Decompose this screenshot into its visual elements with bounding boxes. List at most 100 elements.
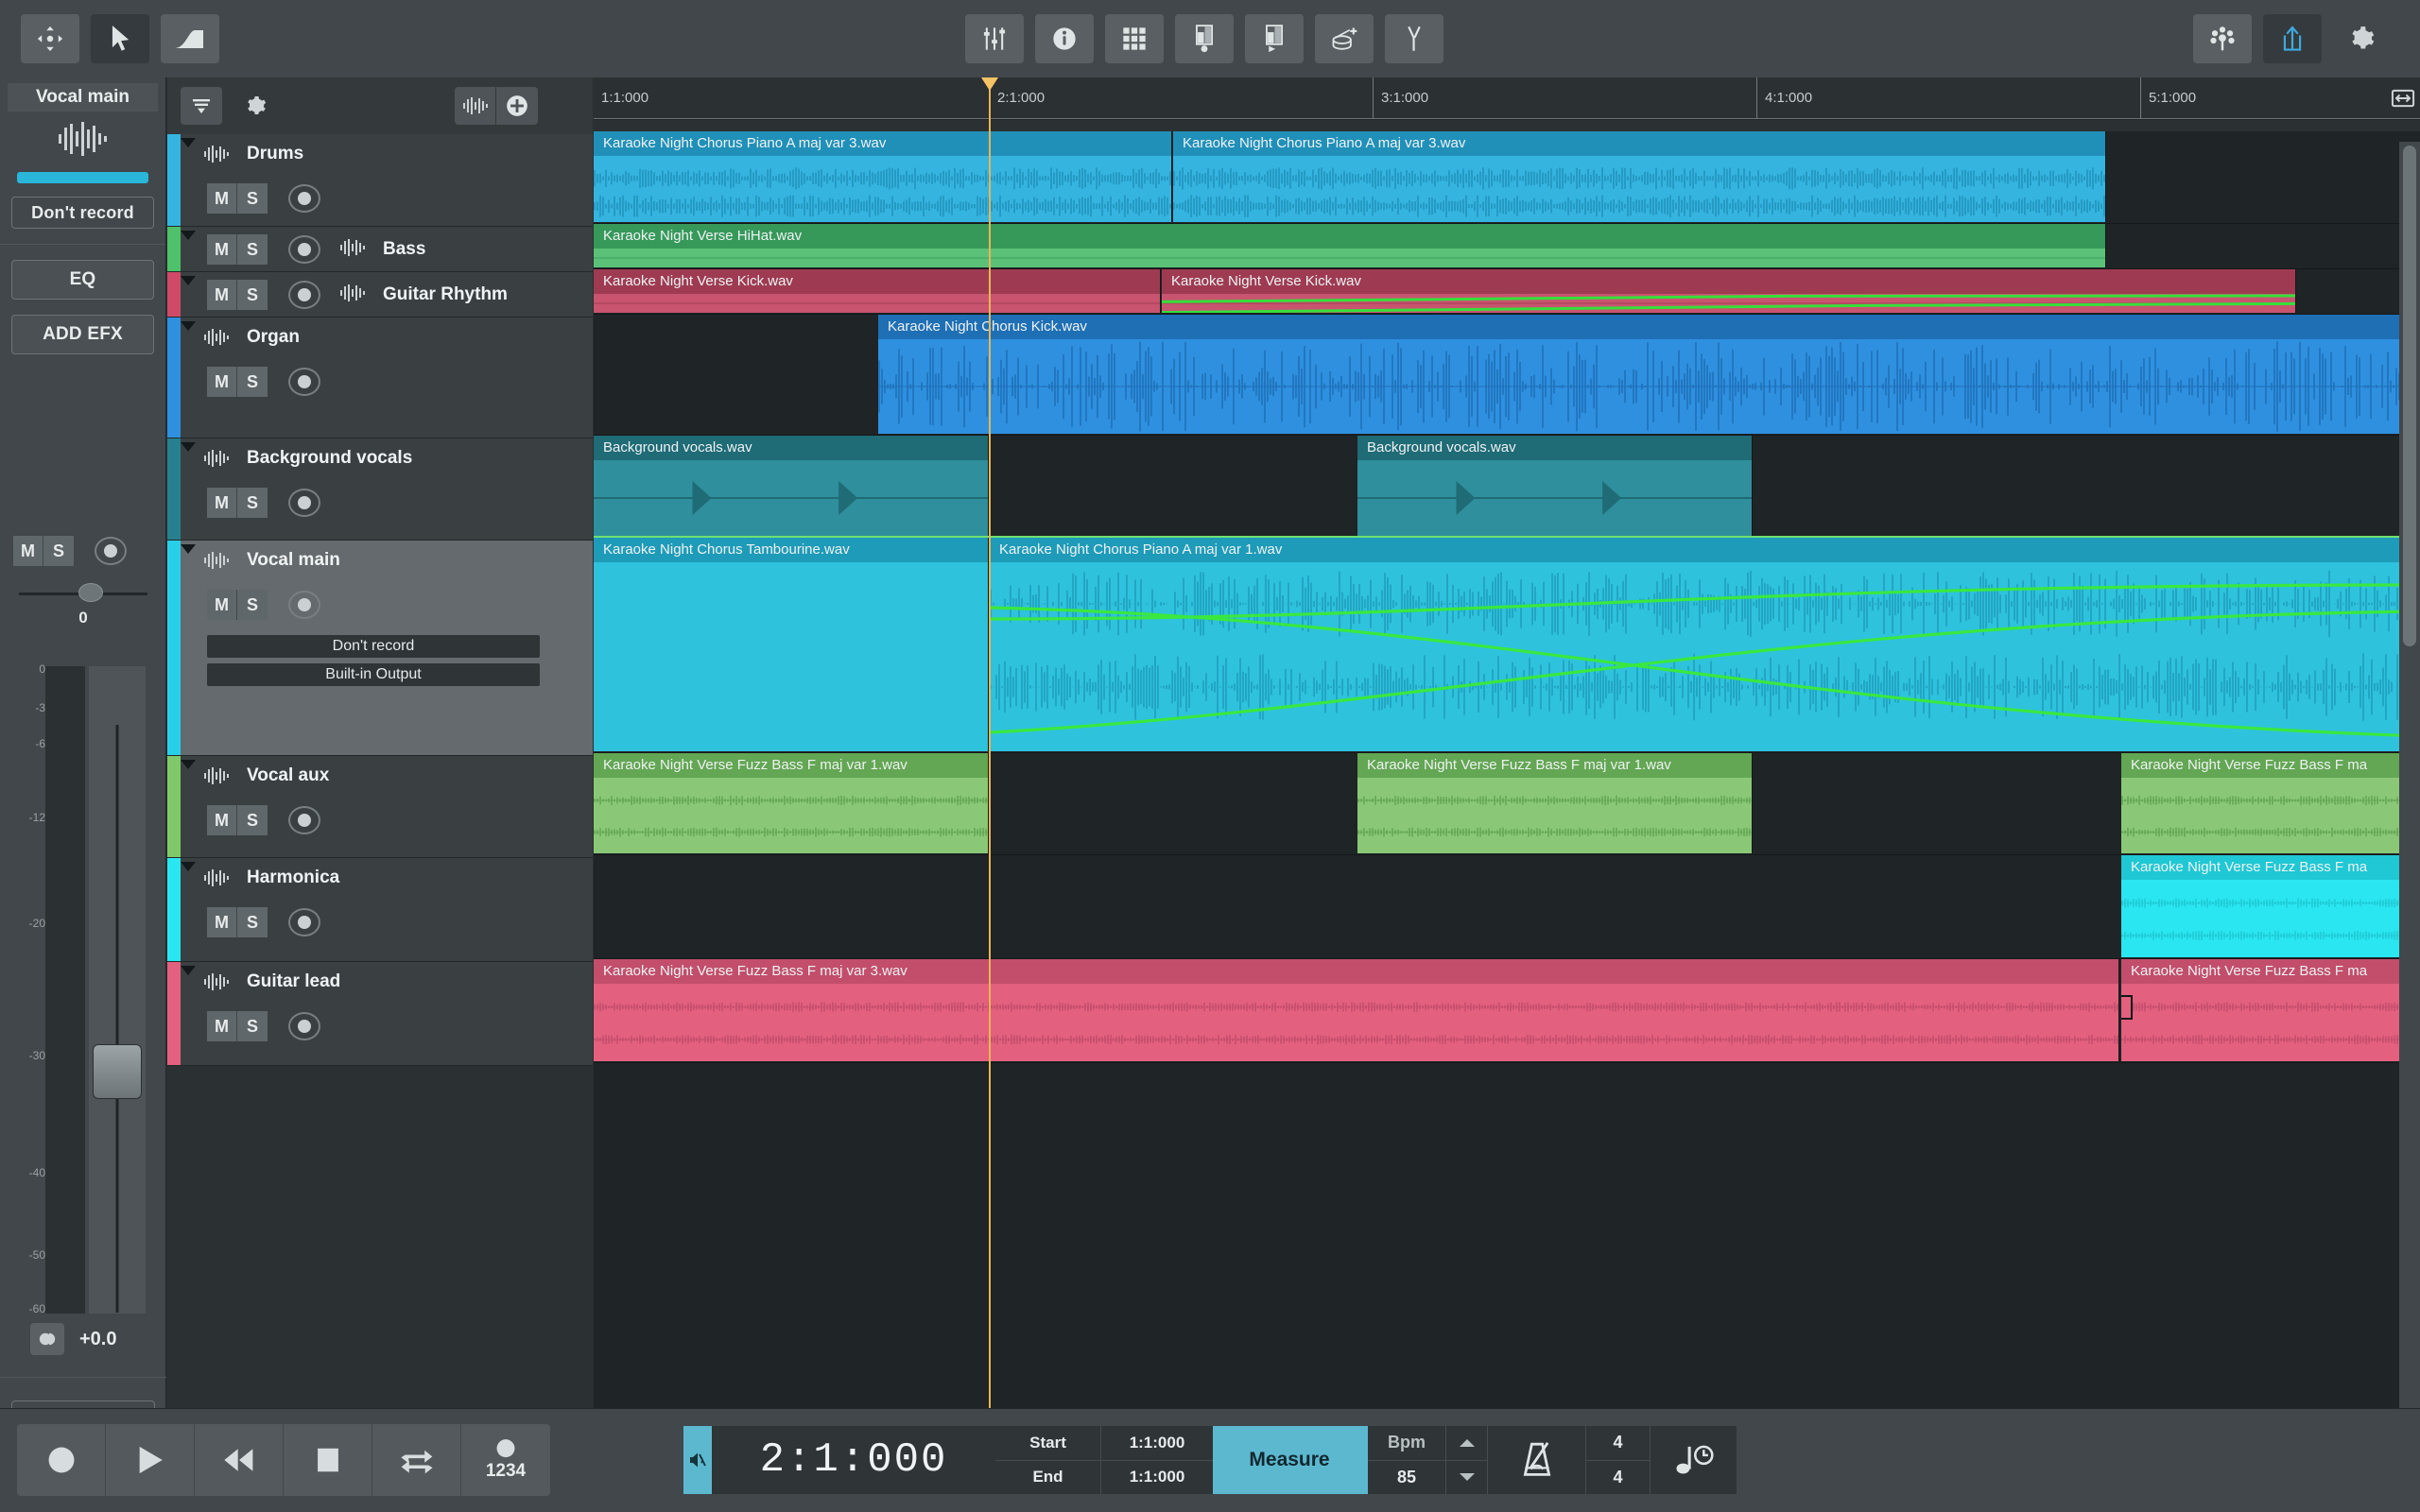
- record-settings-button[interactable]: [1175, 14, 1234, 63]
- audio-clip[interactable]: Karaoke Night Verse Fuzz Bass F ma: [2121, 855, 2420, 957]
- add-track-button[interactable]: [496, 87, 538, 125]
- pan-slider-track[interactable]: [19, 583, 147, 602]
- audio-clip[interactable]: Karaoke Night Verse Kick.wav: [1162, 269, 2296, 313]
- time-sig-numerator[interactable]: 4: [1586, 1426, 1650, 1461]
- track-mute-button[interactable]: M: [207, 907, 237, 937]
- horizontal-resize-icon[interactable]: [2390, 85, 2416, 112]
- audio-clip[interactable]: Karaoke Night Verse Fuzz Bass F ma: [2121, 959, 2420, 1061]
- timeline-lane[interactable]: Karaoke Night Chorus Tambourine.wav Kara…: [594, 536, 2420, 753]
- timeline-ruler[interactable]: 1:1:000 2:1:000 3:1:000 4:1:000 5:1:000: [594, 77, 2420, 119]
- track-mute-button[interactable]: M: [207, 1011, 237, 1041]
- bpm-increase-button[interactable]: [1446, 1426, 1487, 1461]
- loops-library-button[interactable]: [2193, 14, 2252, 63]
- count-in-button[interactable]: 1234: [461, 1424, 550, 1496]
- track-record-mode-button[interactable]: Don't record: [207, 635, 540, 658]
- track-color-strip[interactable]: [167, 541, 181, 755]
- track-disclosure-icon[interactable]: [181, 760, 196, 769]
- track-record-arm-button[interactable]: [288, 908, 320, 936]
- settings-button[interactable]: [2333, 14, 2392, 63]
- track-disclosure-icon[interactable]: [181, 138, 196, 147]
- stop-button[interactable]: [284, 1424, 372, 1496]
- track-record-arm-button[interactable]: [288, 368, 320, 396]
- track-mute-button[interactable]: M: [207, 488, 237, 518]
- track-mute-button[interactable]: M: [207, 367, 237, 397]
- track-row[interactable]: Guitar lead M S: [167, 962, 593, 1066]
- track-name[interactable]: Guitar Rhythm: [383, 284, 508, 305]
- audio-clip[interactable]: Karaoke Night Verse Fuzz Bass F maj var …: [1357, 753, 1753, 853]
- track-color-strip[interactable]: [167, 134, 181, 226]
- playback-settings-button[interactable]: [1245, 14, 1304, 63]
- track-row[interactable]: M S Bass: [167, 227, 593, 272]
- clip-split-handle[interactable]: [2121, 994, 2133, 1020]
- track-mute-button[interactable]: M: [207, 590, 237, 620]
- track-name[interactable]: Bass: [383, 239, 425, 260]
- track-solo-button[interactable]: S: [237, 805, 268, 835]
- transport-timecode[interactable]: 2:1:000: [712, 1426, 995, 1494]
- audio-clip[interactable]: Karaoke Night Verse Fuzz Bass F maj var …: [594, 959, 2119, 1061]
- vertical-scrollbar[interactable]: [2399, 142, 2420, 1408]
- track-record-arm-button[interactable]: [288, 235, 320, 264]
- track-disclosure-icon[interactable]: [181, 966, 196, 975]
- record-button[interactable]: [17, 1424, 106, 1496]
- metronome-button[interactable]: [1487, 1426, 1585, 1494]
- track-record-arm-button[interactable]: [288, 1012, 320, 1040]
- timeline-lane[interactable]: Karaoke Night Verse Fuzz Bass F ma: [594, 855, 2420, 959]
- time-sig-denominator[interactable]: 4: [1586, 1461, 1650, 1495]
- track-record-arm-button[interactable]: [288, 806, 320, 834]
- track-disclosure-icon[interactable]: [181, 321, 196, 331]
- track-record-arm-button[interactable]: [288, 591, 320, 619]
- channel-strip-mute-button[interactable]: M: [13, 536, 43, 566]
- track-color-strip[interactable]: [167, 962, 181, 1065]
- channel-strip-solo-button[interactable]: S: [43, 536, 74, 566]
- timeline-lane[interactable]: Karaoke Night Chorus Kick.wav: [594, 315, 2420, 436]
- move-tool[interactable]: [21, 14, 79, 63]
- start-value[interactable]: 1:1:000: [1101, 1426, 1213, 1460]
- bpm-value[interactable]: 85: [1368, 1461, 1445, 1495]
- audio-clip[interactable]: Karaoke Night Chorus Tambourine.wav: [594, 538, 989, 751]
- bpm-decrease-button[interactable]: [1446, 1461, 1487, 1495]
- time-signature-block[interactable]: 4 4: [1585, 1426, 1650, 1494]
- add-drummer-button[interactable]: [1315, 14, 1374, 63]
- track-mute-button[interactable]: M: [207, 280, 237, 310]
- channel-strip-record-mode-button[interactable]: Don't record: [11, 197, 154, 229]
- track-name[interactable]: Vocal main: [247, 550, 340, 571]
- audio-clip[interactable]: Karaoke Night Chorus Piano A maj var 1.w…: [990, 538, 2420, 751]
- track-list-menu-button[interactable]: [181, 87, 222, 125]
- track-row[interactable]: Vocal aux M S: [167, 756, 593, 858]
- track-name[interactable]: Harmonica: [247, 868, 339, 888]
- audio-clip[interactable]: Karaoke Night Verse HiHat.wav: [594, 224, 2106, 267]
- track-solo-button[interactable]: S: [237, 907, 268, 937]
- fade-tool[interactable]: [161, 14, 219, 63]
- tempo-track-button[interactable]: [1650, 1426, 1737, 1494]
- channel-strip-record-arm-button[interactable]: [95, 537, 127, 565]
- audio-clip[interactable]: Karaoke Night Chorus Kick.wav: [878, 315, 2419, 434]
- track-output-button[interactable]: Built-in Output: [207, 663, 540, 686]
- audio-clip[interactable]: Karaoke Night Chorus Piano A maj var 3.w…: [1173, 131, 2106, 222]
- tuner-button[interactable]: [1385, 14, 1443, 63]
- timeline-lane[interactable]: Karaoke Night Verse HiHat.wav: [594, 224, 2420, 269]
- audio-clip[interactable]: Background vocals.wav: [1357, 436, 1753, 536]
- master-mute-button[interactable]: [683, 1426, 712, 1494]
- channel-strip-eq-button[interactable]: EQ: [11, 260, 154, 300]
- track-name[interactable]: Guitar lead: [247, 971, 340, 992]
- track-color-strip[interactable]: [167, 272, 181, 317]
- track-row[interactable]: Harmonica M S: [167, 858, 593, 962]
- rewind-button[interactable]: [195, 1424, 284, 1496]
- track-row[interactable]: Background vocals M S: [167, 438, 593, 541]
- track-color-strip[interactable]: [167, 858, 181, 961]
- track-disclosure-icon[interactable]: [181, 276, 196, 285]
- audio-clip[interactable]: Background vocals.wav: [594, 436, 989, 536]
- track-color-strip[interactable]: [167, 227, 181, 271]
- select-tool[interactable]: [91, 14, 149, 63]
- track-disclosure-icon[interactable]: [181, 544, 196, 554]
- fader-well[interactable]: [89, 666, 146, 1314]
- track-solo-button[interactable]: S: [237, 280, 268, 310]
- timeline-lane[interactable]: Karaoke Night Verse Kick.wav Karaoke Nig…: [594, 269, 2420, 315]
- timeline-lane[interactable]: Karaoke Night Chorus Piano A maj var 3.w…: [594, 131, 2420, 224]
- end-value[interactable]: 1:1:000: [1101, 1461, 1213, 1495]
- channel-strip-color-bar[interactable]: [17, 172, 148, 183]
- track-name[interactable]: Drums: [247, 144, 303, 164]
- audio-clip[interactable]: Karaoke Night Verse Fuzz Bass F maj var …: [594, 753, 989, 853]
- track-row[interactable]: Organ M S: [167, 318, 593, 438]
- channel-strip-gain-value[interactable]: +0.0: [79, 1329, 116, 1350]
